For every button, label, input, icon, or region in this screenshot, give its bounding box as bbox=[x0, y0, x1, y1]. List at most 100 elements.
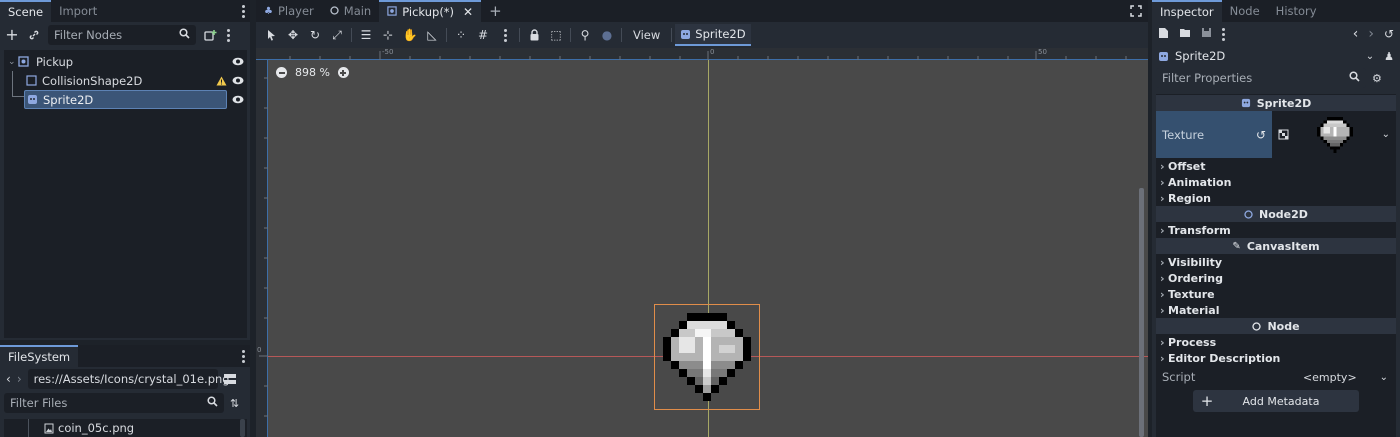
filter-properties-row: Filter Properties ⚙ bbox=[1152, 66, 1400, 90]
history-back-icon[interactable]: ‹ bbox=[1353, 27, 1359, 41]
category-label: Node bbox=[1267, 319, 1300, 333]
pivot-tool-icon[interactable]: ⊹ bbox=[377, 24, 399, 46]
node2d-icon bbox=[18, 56, 32, 67]
scale-tool-icon[interactable]: ⤢ bbox=[326, 24, 348, 46]
zoom-level-label[interactable]: 898 % bbox=[295, 66, 330, 79]
path-input[interactable]: res://Assets/Icons/crystal_01e.png bbox=[27, 369, 230, 389]
pan-tool-icon[interactable]: ✋ bbox=[399, 24, 421, 46]
vertical-ruler: 0 bbox=[256, 60, 268, 437]
file-list-scrollbar[interactable] bbox=[240, 419, 245, 437]
tab-main[interactable]: Main bbox=[322, 0, 379, 22]
warning-icon[interactable] bbox=[213, 76, 229, 86]
group-icon[interactable]: ⬚ bbox=[545, 24, 567, 46]
instance-scene-icon[interactable] bbox=[202, 29, 218, 42]
section-transform[interactable]: › Transform bbox=[1156, 222, 1396, 238]
view-menu-button[interactable]: View bbox=[625, 28, 668, 42]
tree-item-pickup[interactable]: ⌄ Pickup bbox=[4, 52, 247, 71]
smart-snap-icon[interactable]: ⁘ bbox=[450, 24, 472, 46]
zoom-in-button[interactable] bbox=[337, 67, 349, 78]
back-arrow-icon[interactable]: ‹ bbox=[6, 373, 11, 385]
crystal-sprite[interactable] bbox=[654, 304, 760, 410]
texture-label: Texture bbox=[1162, 127, 1205, 142]
section-material[interactable]: › Material bbox=[1156, 302, 1396, 318]
chevron-down-icon[interactable]: ⌄ bbox=[1382, 129, 1396, 140]
filter-nodes-placeholder: Filter Nodes bbox=[54, 28, 123, 42]
collapse-arrow-icon[interactable]: ⌄ bbox=[8, 57, 18, 67]
inspector-dock: Inspector Node History ‹ › ↺ Sprite2D ⌄ … bbox=[1152, 0, 1400, 437]
tab-pickup[interactable]: Pickup(*) ✕ bbox=[379, 0, 482, 22]
selected-row-highlight: Sprite2D bbox=[24, 90, 227, 109]
tab-filesystem[interactable]: FileSystem bbox=[0, 345, 79, 367]
object-selector[interactable]: Sprite2D ⌄ ♟ bbox=[1152, 46, 1400, 66]
save-icon[interactable] bbox=[1201, 27, 1212, 41]
camera-icon[interactable]: ● bbox=[596, 24, 618, 46]
filter-properties-input[interactable]: Filter Properties bbox=[1156, 68, 1366, 88]
section-visibility[interactable]: › Visibility bbox=[1156, 254, 1396, 270]
tab-label: Main bbox=[343, 4, 372, 18]
add-metadata-button[interactable]: + Add Metadata bbox=[1193, 390, 1359, 412]
filter-nodes-input[interactable]: Filter Nodes bbox=[48, 25, 196, 45]
close-tab-icon[interactable]: ✕ bbox=[463, 5, 473, 19]
texture-value-cell[interactable]: ⌄ bbox=[1272, 111, 1396, 158]
property-settings-icon[interactable]: ⚙ bbox=[1372, 73, 1382, 84]
tab-node[interactable]: Node bbox=[1222, 0, 1268, 22]
revert-icon[interactable]: ↺ bbox=[1256, 128, 1266, 142]
list-select-icon[interactable]: ☰ bbox=[355, 24, 377, 46]
chevron-down-icon[interactable]: ⌄ bbox=[1366, 51, 1374, 62]
tab-scene[interactable]: Scene bbox=[0, 0, 52, 22]
tab-player[interactable]: ♣ Player bbox=[256, 0, 322, 22]
visibility-eye-icon[interactable] bbox=[229, 57, 247, 66]
section-editor-description[interactable]: › Editor Description bbox=[1156, 350, 1396, 366]
texture-preview[interactable] bbox=[1289, 114, 1382, 156]
select-tool-icon[interactable] bbox=[260, 24, 282, 46]
zoom-out-button[interactable] bbox=[276, 67, 287, 78]
new-resource-icon[interactable] bbox=[1158, 27, 1169, 42]
scene-dock-menu-icon[interactable] bbox=[242, 0, 250, 22]
link-icon[interactable] bbox=[26, 29, 42, 41]
history-forward-icon[interactable]: › bbox=[1368, 27, 1374, 41]
sort-icon[interactable]: ⇅ bbox=[230, 398, 239, 409]
zoom-controls: 898 % bbox=[276, 66, 349, 79]
tab-import[interactable]: Import bbox=[51, 0, 105, 22]
filter-files-input[interactable]: Filter Files bbox=[4, 393, 224, 413]
section-process[interactable]: › Process bbox=[1156, 334, 1396, 350]
bone-icon[interactable]: ⚲ bbox=[574, 24, 596, 46]
ruler-tool-icon[interactable]: ◺ bbox=[421, 24, 443, 46]
visibility-eye-icon[interactable] bbox=[229, 95, 247, 104]
node2d-icon bbox=[387, 5, 397, 19]
open-folder-icon[interactable] bbox=[1179, 27, 1191, 41]
inspector-options-icon[interactable] bbox=[1222, 27, 1225, 41]
object-history-icon[interactable]: ↺ bbox=[1384, 28, 1394, 40]
snap-options-icon[interactable] bbox=[494, 24, 516, 46]
section-region[interactable]: › Region bbox=[1156, 190, 1396, 206]
split-view-icon[interactable] bbox=[223, 374, 236, 384]
new-tab-button[interactable]: + bbox=[481, 0, 510, 22]
lock-icon[interactable] bbox=[523, 24, 545, 46]
sprite-character-icon[interactable]: ♟ bbox=[1384, 50, 1394, 63]
filesystem-menu-icon[interactable] bbox=[242, 345, 250, 367]
viewport-scrollbar[interactable] bbox=[1139, 188, 1144, 437]
tree-item-sprite2d[interactable]: Sprite2D bbox=[4, 71, 247, 109]
file-item[interactable]: coin_05c.png bbox=[4, 419, 247, 437]
tree-item-collisionshape2d[interactable]: CollisionShape2D bbox=[4, 71, 247, 90]
section-texture[interactable]: › Texture bbox=[1156, 286, 1396, 302]
tab-inspector[interactable]: Inspector bbox=[1152, 0, 1222, 22]
move-tool-icon[interactable]: ✥ bbox=[282, 24, 304, 46]
chevron-down-icon[interactable]: ⌄ bbox=[1380, 372, 1396, 383]
scene-extra-menu-icon[interactable] bbox=[224, 28, 232, 42]
path-text: res://Assets/Icons/crystal_01e.png bbox=[33, 372, 230, 386]
section-ordering[interactable]: › Ordering bbox=[1156, 270, 1396, 286]
add-node-icon[interactable]: + bbox=[4, 27, 20, 43]
section-animation[interactable]: › Animation bbox=[1156, 174, 1396, 190]
fullscreen-icon[interactable] bbox=[1130, 0, 1148, 22]
section-offset[interactable]: › Offset bbox=[1156, 158, 1396, 174]
forward-arrow-icon[interactable]: › bbox=[17, 373, 22, 385]
script-value[interactable]: <empty> bbox=[1280, 371, 1380, 384]
selected-node-button[interactable]: Sprite2D bbox=[675, 24, 751, 46]
visibility-eye-icon[interactable] bbox=[229, 76, 247, 85]
rotate-tool-icon[interactable]: ↻ bbox=[304, 24, 326, 46]
grid-snap-icon[interactable]: # bbox=[472, 24, 494, 46]
tab-history[interactable]: History bbox=[1268, 0, 1325, 22]
viewport[interactable]: -50 0 50 0 898 % bbox=[256, 48, 1148, 437]
category-node: Node bbox=[1156, 318, 1396, 334]
